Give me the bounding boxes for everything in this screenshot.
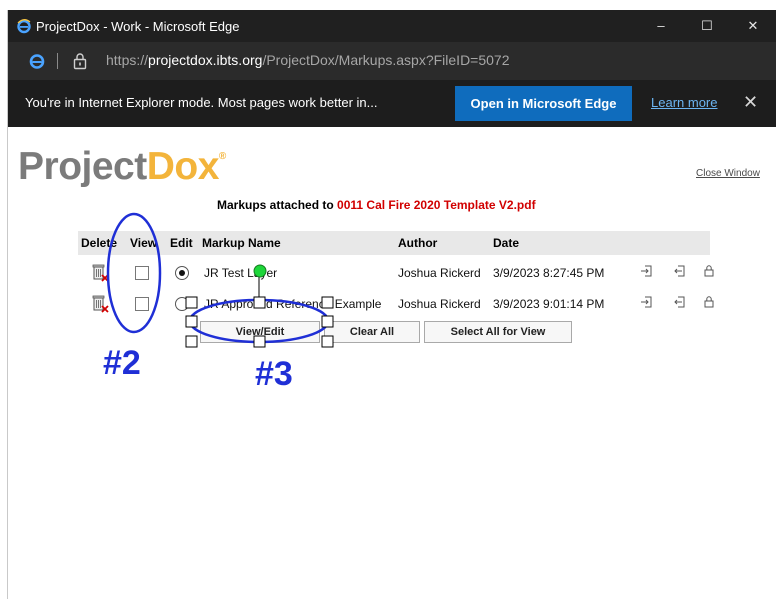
ie-mode-banner: You're in Internet Explorer mode. Most p… xyxy=(8,80,776,127)
import-icon[interactable] xyxy=(640,295,654,309)
page-heading: Markups attached to 0011 Cal Fire 2020 T… xyxy=(217,198,536,212)
header-edit: Edit xyxy=(170,236,193,250)
internet-explorer-icon xyxy=(17,19,31,34)
url-domain: projectdox.ibts.org xyxy=(148,52,263,68)
projectdox-logo: ProjectDox® xyxy=(18,145,226,188)
header-delete: Delete xyxy=(81,236,118,250)
markup-name[interactable]: JR Approved Reference Example xyxy=(204,297,381,311)
view-checkbox[interactable] xyxy=(135,266,149,280)
header-date: Date xyxy=(493,236,520,250)
open-in-edge-button[interactable]: Open in Microsoft Edge xyxy=(455,86,632,121)
table-row: JR Approved Reference Example Joshua Ric… xyxy=(78,289,718,319)
url-text[interactable]: https://projectdox.ibts.org/ProjectDox/M… xyxy=(106,52,510,68)
close-window-link[interactable]: Close Window xyxy=(696,168,760,179)
lock-icon[interactable] xyxy=(702,264,716,278)
address-bar[interactable]: https://projectdox.ibts.org/ProjectDox/M… xyxy=(8,42,776,80)
markup-date: 3/9/2023 9:01:14 PM xyxy=(493,297,605,311)
table-header: Delete View Edit Markup Name Author Date xyxy=(78,231,710,255)
select-all-for-view-button[interactable]: Select All for View xyxy=(424,321,572,343)
edit-radio[interactable] xyxy=(175,266,189,280)
window-title: ProjectDox - Work - Microsoft Edge xyxy=(36,19,240,34)
header-view: View xyxy=(130,236,158,250)
export-icon[interactable] xyxy=(673,295,687,309)
header-author: Author xyxy=(398,236,438,250)
markup-author: Joshua Rickerd xyxy=(398,266,481,280)
address-separator xyxy=(57,53,58,69)
url-prefix: https:// xyxy=(106,52,149,68)
view-edit-button[interactable]: View/Edit xyxy=(200,321,320,343)
minimize-button[interactable]: – xyxy=(638,10,684,42)
close-button[interactable]: ✕ xyxy=(730,10,776,42)
clear-all-button[interactable]: Clear All xyxy=(324,321,420,343)
file-name: 0011 Cal Fire 2020 Template V2.pdf xyxy=(337,198,536,212)
markup-author: Joshua Rickerd xyxy=(398,297,481,311)
browser-window: ProjectDox - Work - Microsoft Edge – ☐ ✕… xyxy=(8,10,776,599)
title-bar: ProjectDox - Work - Microsoft Edge – ☐ ✕ xyxy=(8,10,776,42)
ie-mode-message: You're in Internet Explorer mode. Most p… xyxy=(25,95,378,110)
markup-name[interactable]: JR Test Layer xyxy=(204,266,277,280)
banner-close-icon[interactable]: ✕ xyxy=(743,92,758,113)
annotation-label-3: #3 xyxy=(255,355,293,393)
url-path: /ProjectDox/Markups.aspx?FileID=5072 xyxy=(262,52,510,68)
maximize-button[interactable]: ☐ xyxy=(684,10,730,42)
ie-mode-icon[interactable] xyxy=(28,52,46,70)
import-icon[interactable] xyxy=(640,264,654,278)
table-row: JR Test Layer Joshua Rickerd 3/9/2023 8:… xyxy=(78,258,718,288)
lock-icon[interactable] xyxy=(702,295,716,309)
view-checkbox[interactable] xyxy=(135,297,149,311)
edit-radio[interactable] xyxy=(175,297,189,311)
export-icon[interactable] xyxy=(673,264,687,278)
learn-more-link[interactable]: Learn more xyxy=(651,95,717,110)
delete-trash-icon[interactable] xyxy=(90,262,110,282)
lock-icon[interactable] xyxy=(72,52,88,70)
annotation-label-2: #2 xyxy=(103,344,141,382)
delete-trash-icon[interactable] xyxy=(90,293,110,313)
header-markup-name: Markup Name xyxy=(202,236,281,250)
markup-date: 3/9/2023 8:27:45 PM xyxy=(493,266,605,280)
